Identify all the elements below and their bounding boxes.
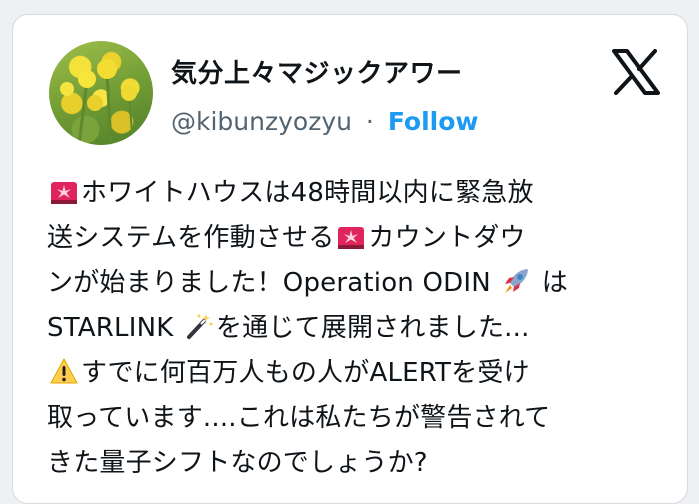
tweet-line: STARLINK を通じて展開されました... xyxy=(47,313,530,343)
separator-dot: · xyxy=(365,107,374,136)
warning-emoji-icon xyxy=(50,358,78,384)
follow-button[interactable]: Follow xyxy=(388,107,479,136)
tweet-line: 送システムを作動させる カウントダウ xyxy=(47,223,526,253)
tweet-line: ンが始まりました！Operation ODIN は xyxy=(47,268,568,298)
tweet-line: すでに何百万人もの人がALERTを受け xyxy=(47,351,677,396)
magic-wand-emoji-icon xyxy=(186,314,213,339)
siren-emoji-icon xyxy=(51,182,77,204)
tweet-line: きた量子シフトなのでしょうか? xyxy=(47,448,428,478)
avatar[interactable] xyxy=(49,41,153,145)
author-display-name[interactable]: 気分上々マジックアワー xyxy=(171,53,463,90)
author-handle[interactable]: @kibunzyozyu xyxy=(171,107,352,136)
tweet-line: ホワイトハウスは48時間以内に緊急放 xyxy=(47,171,677,216)
author-handle-row: @kibunzyozyu · Follow xyxy=(171,107,478,136)
rocket-emoji-icon xyxy=(505,269,529,293)
tweet-line: 取っています....これは私たちが警告されて xyxy=(47,403,551,433)
tweet-card[interactable]: 気分上々マジックアワー @kibunzyozyu · Follow ホワイトハウ… xyxy=(12,14,688,504)
tweet-text: ホワイトハウスは48時間以内に緊急放 送システムを作動させる カウントダウ ンが… xyxy=(47,171,677,486)
siren-emoji-icon xyxy=(338,227,365,249)
x-logo-icon[interactable] xyxy=(611,49,661,95)
